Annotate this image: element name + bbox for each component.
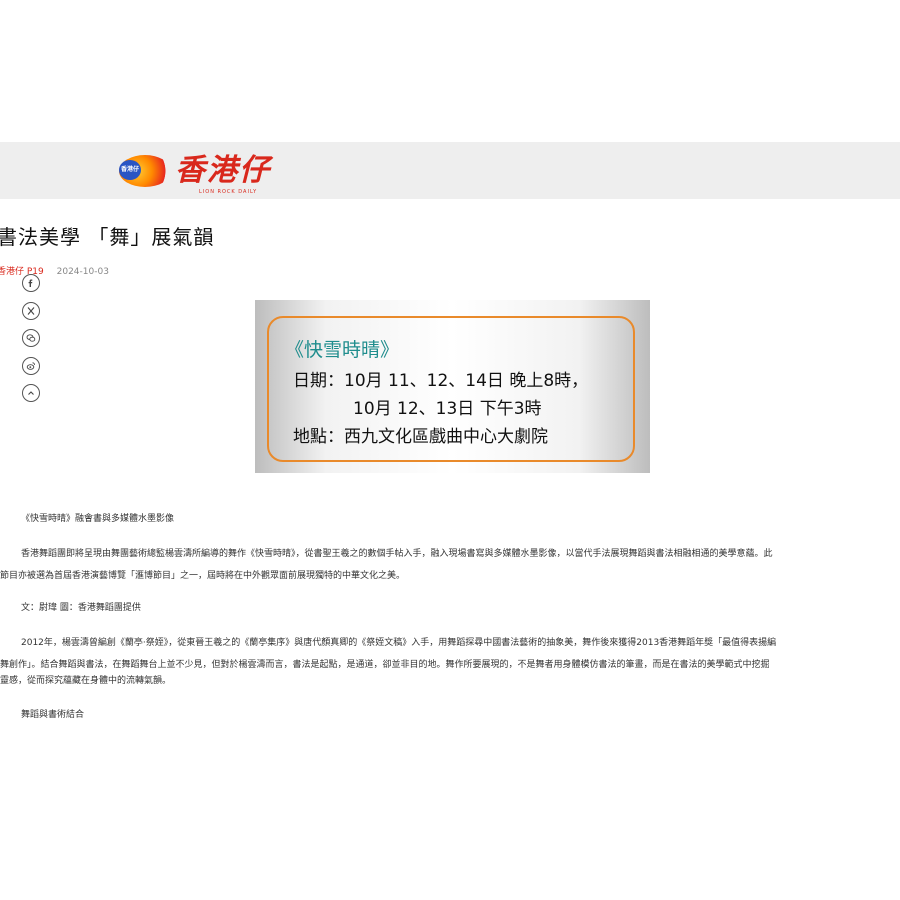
share-facebook-button[interactable] — [22, 274, 40, 292]
x-icon — [27, 306, 35, 315]
back-to-top-icon — [28, 391, 34, 395]
share-wechat-button[interactable] — [22, 329, 40, 347]
article-image: 《快雪時晴》 日期：10月 11、12、14日 晚上8時， 10月 12、13日… — [255, 300, 650, 473]
article-date: 2024-10-03 — [56, 267, 109, 277]
article-credit: 文：尉瑋 圖：香港舞蹈團提供 — [21, 603, 141, 613]
site-logo[interactable]: 香港仔 香港仔 LION ROCK DAILY — [115, 150, 271, 196]
logo-text: 香港仔 — [175, 153, 271, 188]
site-header: 香港仔 香港仔 LION ROCK DAILY — [0, 142, 900, 199]
article-title: 書法美學 「舞」展氣韻 — [0, 225, 215, 249]
section-subheading: 舞蹈與書術結合 — [21, 710, 85, 720]
image-caption: 《快雪時晴》融會書與多媒體水墨影像 — [21, 514, 175, 524]
logo-mark-icon: 香港仔 — [115, 151, 173, 191]
logo-wordmark: 香港仔 LION ROCK DAILY — [175, 153, 271, 196]
poster-frame: 《快雪時晴》 日期：10月 11、12、14日 晚上8時， 10月 12、13日… — [267, 316, 635, 462]
poster-venue-line: 地點：西九文化區戲曲中心大劇院 — [293, 427, 548, 447]
paragraph-2-line-2: 舞創作」。結合舞蹈與書法，在舞蹈舞台上並不少見，但對於楊雲濤而言，書法是起點，是… — [0, 660, 770, 670]
weibo-icon — [26, 361, 35, 370]
share-bar — [22, 274, 42, 412]
share-x-button[interactable] — [22, 301, 40, 320]
paragraph-2-line-3: 靈感，從而探究蘊藏在身體中的流轉氣韻。 — [0, 676, 172, 686]
logo-subtitle: LION ROCK DAILY — [199, 189, 258, 195]
facebook-icon — [28, 279, 33, 287]
share-weibo-button[interactable] — [22, 356, 40, 375]
paragraph-1-line-2: 節目亦被選為首屆香港演藝博覽「滙博節目」之一，屆時將在中外觀眾面前展現獨特的中華… — [0, 571, 406, 581]
paragraph-2-line-1: 2012年，楊雲濤曾編創《蘭亭·祭姪》，從東晉王羲之的《蘭亭集序》與唐代顏真卿的… — [21, 638, 777, 648]
article-meta: 香港仔 P19 2024-10-03 — [0, 264, 109, 277]
logo-badge: 香港仔 — [119, 160, 141, 180]
paragraph-1-line-1: 香港舞蹈團即將呈現由舞團藝術總監楊雲濤所編導的舞作《快雪時晴》，從書聖王羲之的數… — [21, 549, 773, 559]
poster-title: 《快雪時晴》 — [285, 339, 400, 361]
poster-date-line-1: 日期：10月 11、12、14日 晚上8時， — [293, 371, 589, 391]
wechat-icon — [26, 334, 36, 342]
back-to-top-button[interactable] — [22, 384, 40, 402]
poster-date-line-2: 10月 12、13日 下午3時 — [353, 399, 542, 419]
